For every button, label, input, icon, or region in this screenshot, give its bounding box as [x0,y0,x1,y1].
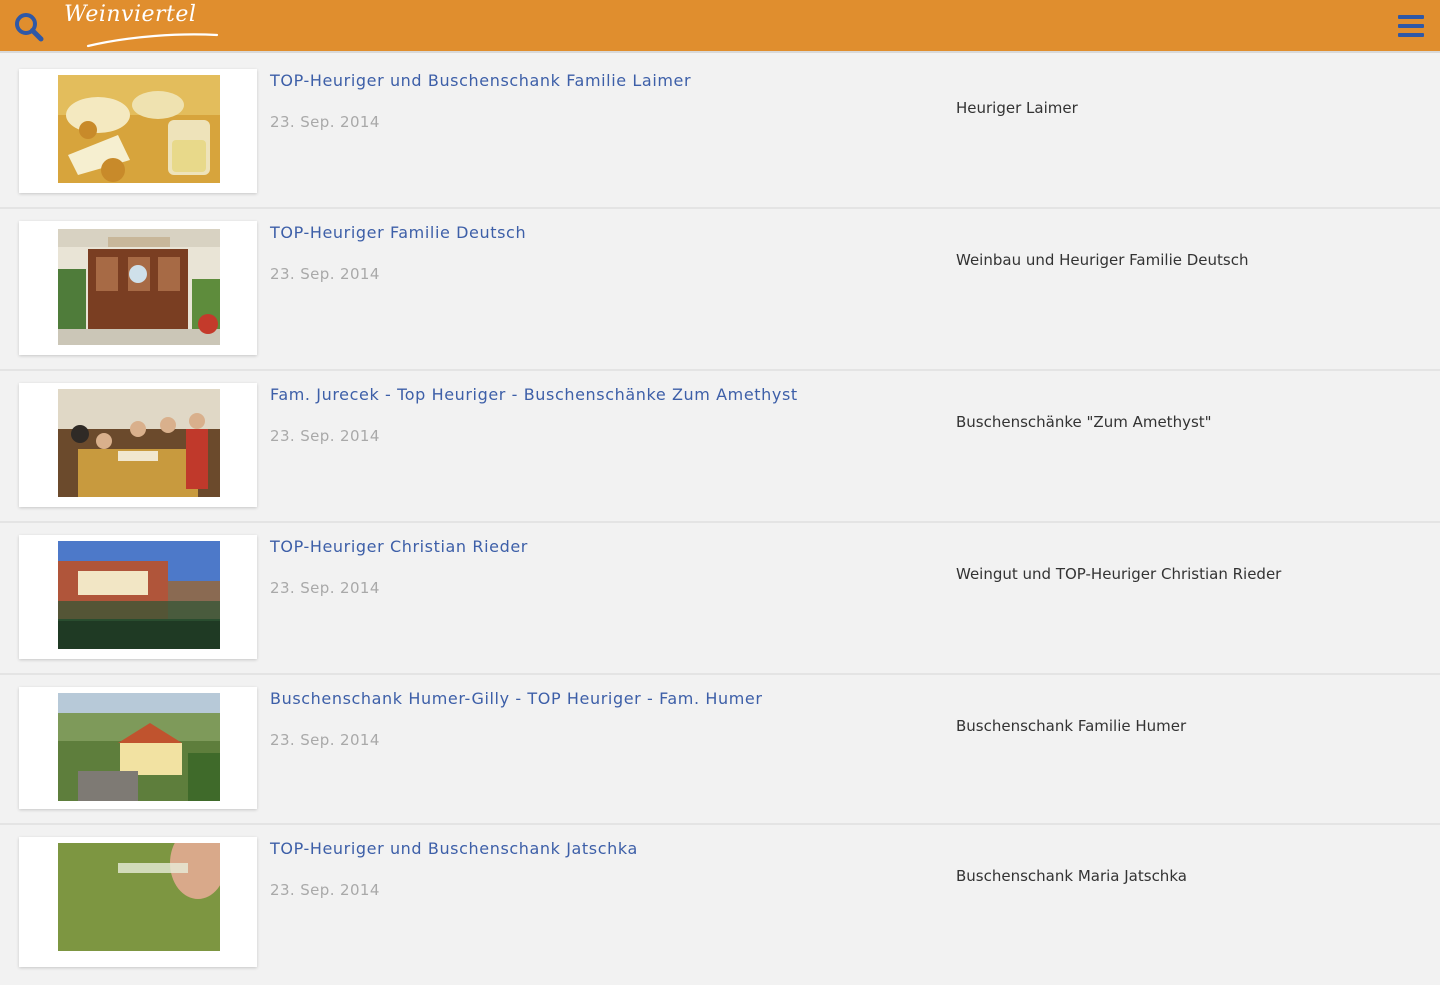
thumbnail-card [19,837,257,967]
item-date: 23. Sep. 2014 [270,881,380,899]
item-date: 23. Sep. 2014 [270,427,380,445]
thumbnail-card [19,221,257,355]
menu-button[interactable] [1398,13,1424,39]
list-item[interactable]: Buschenschank Humer-Gilly - TOP Heuriger… [0,675,1440,825]
list-item[interactable]: Fam. Jurecek - Top Heuriger - Buschensch… [0,371,1440,523]
item-venue: Buschenschank Maria Jatschka [956,867,1187,885]
thumbnail-card [19,69,257,193]
thumbnail-image [58,389,220,497]
thumbnail-image [58,229,220,345]
thumbnail-card [19,687,257,809]
search-button[interactable] [12,10,46,44]
thumbnail-card [19,383,257,507]
item-title-link[interactable]: Fam. Jurecek - Top Heuriger - Buschensch… [270,385,798,404]
item-date: 23. Sep. 2014 [270,265,380,283]
thumbnail-card [19,535,257,659]
item-title-link[interactable]: TOP-Heuriger und Buschenschank Jatschka [270,839,638,858]
thumbnail-image [58,843,220,951]
item-title-link[interactable]: TOP-Heuriger Familie Deutsch [270,223,526,242]
item-date: 23. Sep. 2014 [270,731,380,749]
top-app-bar: Weinviertel [0,0,1440,53]
thumbnail-image [58,693,220,801]
weinviertel-logo: Weinviertel [60,2,225,50]
list-item[interactable]: TOP-Heuriger und Buschenschank Familie L… [0,55,1440,209]
item-title-link[interactable]: TOP-Heuriger und Buschenschank Familie L… [270,71,691,90]
thumbnail-image [58,541,220,649]
item-date: 23. Sep. 2014 [270,113,380,131]
item-venue: Buschenschank Familie Humer [956,717,1187,735]
logo-swoosh [86,33,219,48]
item-venue: Weingut und TOP-Heuriger Christian Riede… [956,565,1282,583]
list-item[interactable]: TOP-Heuriger Christian Rieder 23. Sep. 2… [0,523,1440,675]
item-title-link[interactable]: Buschenschank Humer-Gilly - TOP Heuriger… [270,689,763,708]
hamburger-menu-icon [1398,15,1424,37]
item-venue: Buschenschänke "Zum Amethyst" [956,413,1212,431]
item-venue: Heuriger Laimer [956,99,1078,117]
item-venue: Weinbau und Heuriger Familie Deutsch [956,251,1249,269]
list-item[interactable]: TOP-Heuriger und Buschenschank Jatschka … [0,825,1440,985]
item-date: 23. Sep. 2014 [270,579,380,597]
item-title-link[interactable]: TOP-Heuriger Christian Rieder [270,537,528,556]
thumbnail-image [58,75,220,183]
search-icon [15,13,44,42]
list-item[interactable]: TOP-Heuriger Familie Deutsch 23. Sep. 20… [0,209,1440,371]
